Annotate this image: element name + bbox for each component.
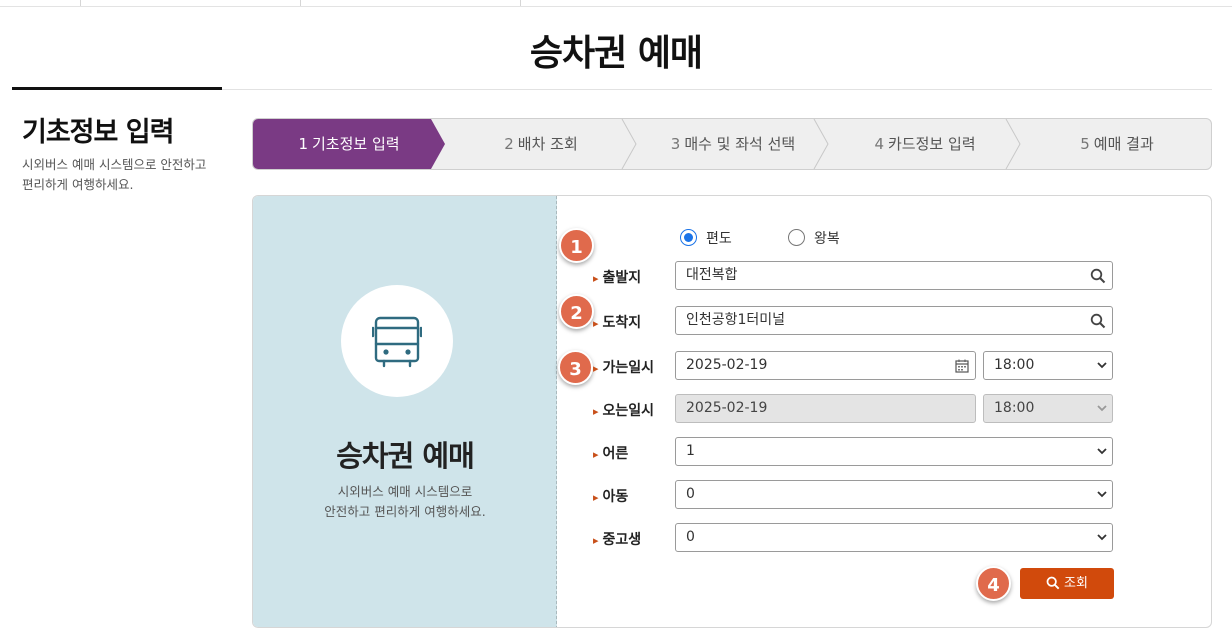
step-separator-icon	[621, 119, 637, 169]
go-date-input[interactable]: 2025-02-19	[675, 351, 976, 380]
go-date-label: ▸ 가는일시	[593, 357, 654, 377]
bullet-arrow-icon: ▸	[593, 272, 599, 285]
step-1: 1 기초정보 입력	[253, 119, 445, 169]
student-count-value: 0	[686, 529, 695, 545]
bus-icon	[372, 316, 422, 368]
search-button[interactable]: 조회	[1020, 568, 1114, 599]
step-label: 배차 조회	[517, 135, 578, 153]
step-badge-2: 2	[559, 294, 594, 329]
step-4: 4 카드정보 입력	[829, 119, 1021, 169]
sidebar-description: 시외버스 예매 시스템으로 안전하고 편리하게 여행하세요.	[22, 157, 207, 192]
label-text: 도착지	[602, 315, 642, 331]
info-desc-line: 시외버스 예매 시스템으로	[337, 484, 473, 499]
search-icon[interactable]	[1090, 268, 1106, 284]
step-3: 3 매수 및 좌석 선택	[637, 119, 829, 169]
departure-label: ▸ 출발지	[593, 267, 641, 287]
student-label: ▸ 중고생	[593, 529, 641, 549]
round-trip-label[interactable]: 왕복	[814, 228, 840, 248]
adult-count-select[interactable]: 1	[675, 437, 1113, 466]
step-number: 5	[1080, 135, 1090, 153]
student-count-select[interactable]: 0	[675, 523, 1113, 552]
search-icon	[1046, 576, 1060, 589]
step-label: 카드정보 입력	[887, 135, 976, 153]
search-icon[interactable]	[1090, 313, 1106, 329]
return-date-input: 2025-02-19	[675, 394, 976, 423]
step-number: 3	[670, 135, 681, 153]
top-divider	[520, 0, 521, 6]
title-underline	[12, 87, 222, 90]
go-time-select[interactable]: 18:00	[983, 351, 1113, 380]
arrival-field[interactable]: 인천공항1터미널	[675, 306, 1113, 335]
bullet-arrow-icon: ▸	[593, 362, 599, 375]
step-label: 매수 및 좌석 선택	[684, 135, 796, 153]
step-5: 5 예매 결과	[1021, 119, 1211, 169]
adult-label: ▸ 어른	[593, 443, 628, 463]
chevron-down-icon	[1097, 491, 1107, 498]
bullet-arrow-icon: ▸	[593, 448, 599, 461]
bullet-arrow-icon: ▸	[593, 405, 599, 418]
search-button-label: 조회	[1064, 576, 1088, 591]
child-count-select[interactable]: 0	[675, 480, 1113, 509]
step-separator-icon	[813, 119, 829, 169]
info-panel: 승차권 예매 시외버스 예매 시스템으로 안전하고 편리하게 여행하세요.	[253, 196, 557, 627]
return-date-value: 2025-02-19	[686, 400, 768, 416]
chevron-down-icon	[1097, 362, 1107, 369]
calendar-icon[interactable]	[955, 359, 969, 373]
booking-panel: 승차권 예매 시외버스 예매 시스템으로 안전하고 편리하게 여행하세요. 1 …	[252, 195, 1212, 628]
label-text: 중고생	[602, 532, 642, 548]
child-label: ▸ 아동	[593, 486, 628, 506]
arrival-label: ▸ 도착지	[593, 312, 641, 332]
top-divider	[80, 0, 81, 6]
step-number: 2	[504, 135, 514, 153]
sidebar-title: 기초정보 입력	[22, 117, 174, 148]
label-text: 오는일시	[602, 403, 655, 419]
bullet-arrow-icon: ▸	[593, 491, 599, 504]
child-count-value: 0	[686, 486, 695, 502]
step-number: 1	[298, 135, 308, 153]
departure-field[interactable]: 대전복합	[675, 261, 1113, 290]
step-2: 2 배차 조회	[445, 119, 637, 169]
chevron-down-icon	[1097, 448, 1107, 455]
bus-icon-circle	[341, 285, 453, 397]
chevron-down-icon	[1097, 405, 1107, 412]
step-badge-4: 4	[976, 566, 1011, 601]
adult-count-value: 1	[686, 443, 695, 459]
go-date-value: 2025-02-19	[686, 357, 768, 373]
step-badge-3: 3	[558, 350, 593, 385]
round-trip-radio[interactable]	[788, 229, 805, 246]
info-desc-line: 안전하고 편리하게 여행하세요.	[324, 504, 486, 519]
label-text: 아동	[602, 489, 629, 505]
top-strip	[0, 0, 1232, 7]
return-date-label: ▸ 오는일시	[593, 400, 654, 420]
bullet-arrow-icon: ▸	[593, 317, 599, 330]
label-text: 어른	[602, 446, 629, 462]
one-way-label[interactable]: 편도	[706, 228, 732, 248]
arrival-value: 인천공항1터미널	[686, 312, 786, 328]
label-text: 가는일시	[602, 360, 655, 376]
label-text: 출발지	[602, 270, 642, 286]
step-progress-bar: 1 기초정보 입력 2 배차 조회 3 매수 및 좌석 선택 4 카드정보 입력 5 예매…	[252, 118, 1212, 170]
return-time-value: 18:00	[994, 400, 1035, 416]
info-description: 시외버스 예매 시스템으로 안전하고 편리하게 여행하세요.	[253, 482, 557, 522]
return-time-select: 18:00	[983, 394, 1113, 423]
page-title: 승차권 예매	[529, 33, 703, 74]
section-divider	[222, 89, 1212, 90]
info-title: 승차권 예매	[336, 439, 475, 473]
step-badge-1: 1	[559, 228, 594, 263]
one-way-radio[interactable]	[680, 229, 697, 246]
chevron-down-icon	[1097, 534, 1107, 541]
step-separator-icon	[1005, 119, 1021, 169]
bullet-arrow-icon: ▸	[593, 534, 599, 547]
step-label: 기초정보 입력	[311, 135, 400, 153]
departure-value: 대전복합	[686, 267, 738, 283]
top-divider	[300, 0, 301, 6]
go-time-value: 18:00	[994, 357, 1035, 373]
step-label: 예매 결과	[1093, 135, 1154, 153]
step-number: 4	[874, 135, 884, 153]
